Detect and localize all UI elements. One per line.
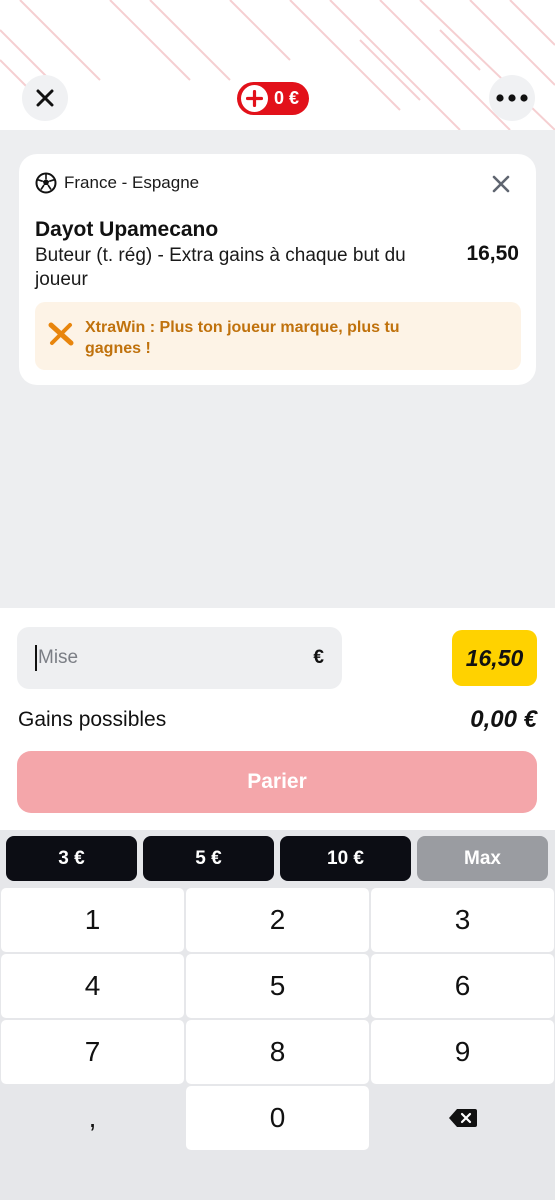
market-description: Buteur (t. rég) - Extra gains à chaque b… <box>35 245 406 290</box>
backspace-icon <box>448 1109 477 1127</box>
quick-stake-row: 3 € 5 € 10 € Max <box>0 830 555 888</box>
potential-gains-label: Gains possibles <box>18 708 167 731</box>
stake-panel: € 16,50 Gains possibles 0,00 € Parier <box>0 608 555 830</box>
remove-selection-icon[interactable] <box>490 173 512 195</box>
quick-stake-max[interactable]: Max <box>417 836 548 881</box>
key-7[interactable]: 7 <box>1 1020 184 1084</box>
key-0[interactable]: 0 <box>186 1086 369 1150</box>
balance-deposit-button[interactable]: 0 € <box>237 82 310 115</box>
player-name: Dayot Upamecano <box>35 218 219 241</box>
quick-stake-3[interactable]: 3 € <box>6 836 137 881</box>
balance-amount: 0 € <box>274 88 300 108</box>
key-4[interactable]: 4 <box>1 954 184 1018</box>
close-icon <box>36 89 54 107</box>
more-icon <box>496 94 528 102</box>
header: 0 € <box>0 0 555 130</box>
currency-symbol: € <box>313 647 324 668</box>
match-row: France - Espagne <box>35 172 199 194</box>
quick-stake-5[interactable]: 5 € <box>143 836 274 881</box>
football-icon <box>35 172 57 194</box>
key-3[interactable]: 3 <box>371 888 554 952</box>
stake-field[interactable]: € <box>17 627 342 689</box>
close-button[interactable] <box>22 75 68 121</box>
stake-input[interactable] <box>38 647 314 669</box>
total-odds-badge: 16,50 <box>452 630 537 686</box>
quick-stake-10[interactable]: 10 € <box>280 836 411 881</box>
key-backspace[interactable] <box>371 1086 554 1150</box>
match-name: France - Espagne <box>64 173 200 192</box>
place-bet-button[interactable]: Parier <box>17 751 537 813</box>
numeric-keypad: 1 2 3 4 5 6 7 8 9 , 0 <box>0 888 555 1200</box>
key-2[interactable]: 2 <box>186 888 369 952</box>
key-9[interactable]: 9 <box>371 1020 554 1084</box>
key-8[interactable]: 8 <box>186 1020 369 1084</box>
selection-odds: 16,50 <box>466 242 519 265</box>
plus-icon <box>241 85 268 112</box>
key-6[interactable]: 6 <box>371 954 554 1018</box>
xtrawin-icon <box>48 322 74 346</box>
text-caret <box>35 645 37 671</box>
key-1[interactable]: 1 <box>1 888 184 952</box>
promo-text: XtraWin : Plus ton joueur marque, plus t… <box>85 319 400 357</box>
potential-gains-value: 0,00 € <box>470 706 537 733</box>
key-comma[interactable]: , <box>1 1086 184 1150</box>
bet-selection-card: France - Espagne Dayot Upamecano Buteur … <box>19 154 536 385</box>
key-5[interactable]: 5 <box>186 954 369 1018</box>
xtrawin-promo-banner: XtraWin : Plus ton joueur marque, plus t… <box>35 302 521 370</box>
more-options-button[interactable] <box>489 75 535 121</box>
